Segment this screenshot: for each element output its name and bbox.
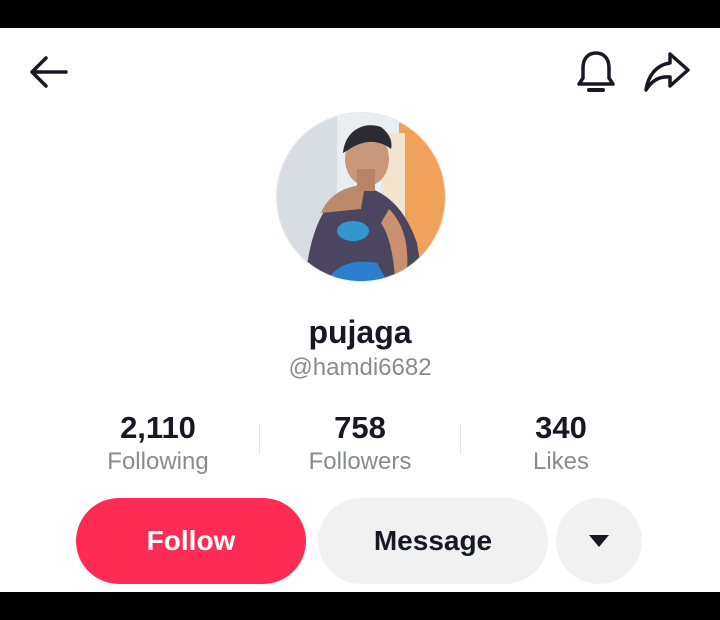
stat-followers[interactable]: 758 Followers	[260, 410, 460, 478]
share-button[interactable]	[640, 48, 694, 96]
display-name: pujaga	[308, 314, 412, 350]
message-button[interactable]: Message	[318, 498, 548, 584]
stat-followers-count: 758	[334, 410, 386, 445]
back-button[interactable]	[24, 52, 72, 92]
stat-followers-label: Followers	[308, 448, 412, 475]
profile-screen: pujaga @hamdi6682 2,110 Following 758 Fo…	[0, 28, 720, 592]
follow-button[interactable]: Follow	[76, 498, 306, 584]
stat-following-count: 2,110	[120, 410, 196, 445]
stat-likes-label: Likes	[532, 448, 590, 475]
stat-likes-count: 340	[535, 410, 587, 445]
avatar-photo	[277, 113, 445, 281]
stat-likes[interactable]: 340 Likes	[461, 410, 661, 478]
share-arrow-icon	[644, 52, 690, 92]
notification-bell-button[interactable]	[572, 48, 620, 96]
username: @hamdi6682	[288, 354, 432, 381]
caret-down-icon	[589, 535, 609, 547]
more-options-button[interactable]	[556, 498, 642, 584]
arrow-left-icon	[30, 56, 68, 88]
stat-following[interactable]: 2,110 Following	[58, 410, 258, 478]
avatar[interactable]	[276, 112, 446, 282]
stat-following-label: Following	[107, 448, 209, 475]
bell-icon	[577, 51, 615, 92]
